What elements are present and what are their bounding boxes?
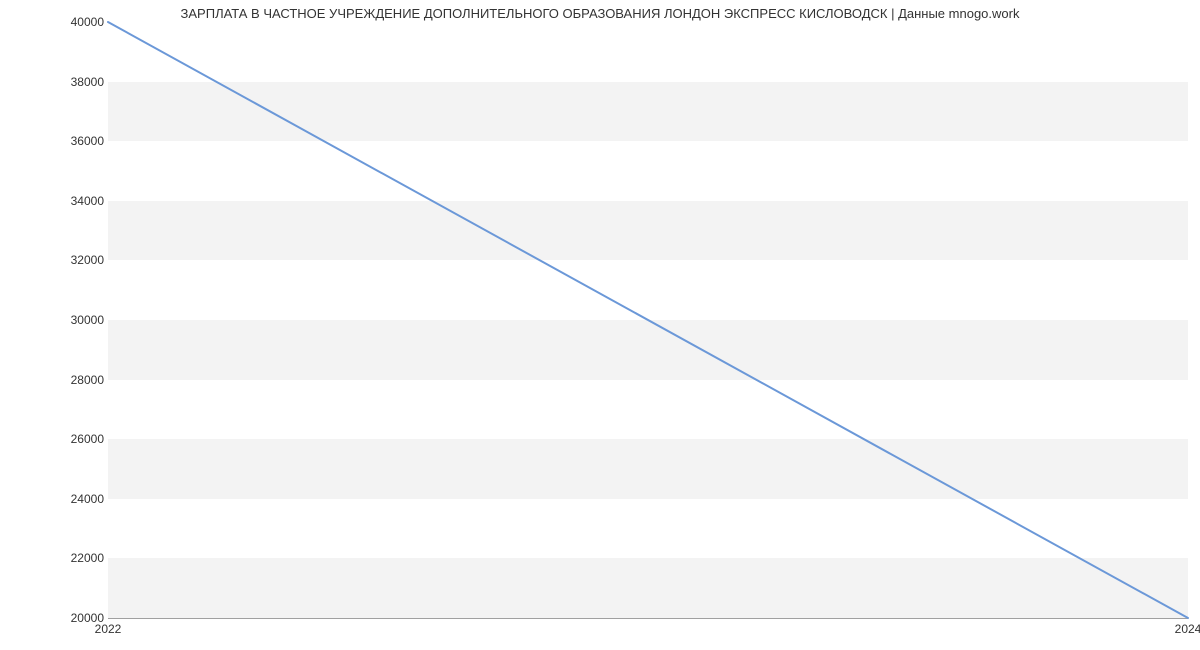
y-axis-tick: 32000 [24, 253, 104, 267]
y-axis-tick: 26000 [24, 432, 104, 446]
y-axis-tick: 20000 [24, 611, 104, 625]
x-axis-tick: 2024 [1175, 622, 1200, 636]
x-axis-tick: 2022 [95, 622, 122, 636]
y-axis-tick: 28000 [24, 373, 104, 387]
y-axis-tick: 34000 [24, 194, 104, 208]
y-axis-tick: 22000 [24, 551, 104, 565]
y-axis-tick: 30000 [24, 313, 104, 327]
y-axis-tick: 24000 [24, 492, 104, 506]
y-axis-tick: 36000 [24, 134, 104, 148]
plot-area [108, 22, 1188, 619]
chart-title: ЗАРПЛАТА В ЧАСТНОЕ УЧРЕЖДЕНИЕ ДОПОЛНИТЕЛ… [0, 6, 1200, 21]
y-axis-tick: 38000 [24, 75, 104, 89]
line-layer [108, 22, 1188, 618]
series-line [108, 22, 1188, 618]
chart-container: ЗАРПЛАТА В ЧАСТНОЕ УЧРЕЖДЕНИЕ ДОПОЛНИТЕЛ… [0, 0, 1200, 650]
y-axis-tick: 40000 [24, 15, 104, 29]
